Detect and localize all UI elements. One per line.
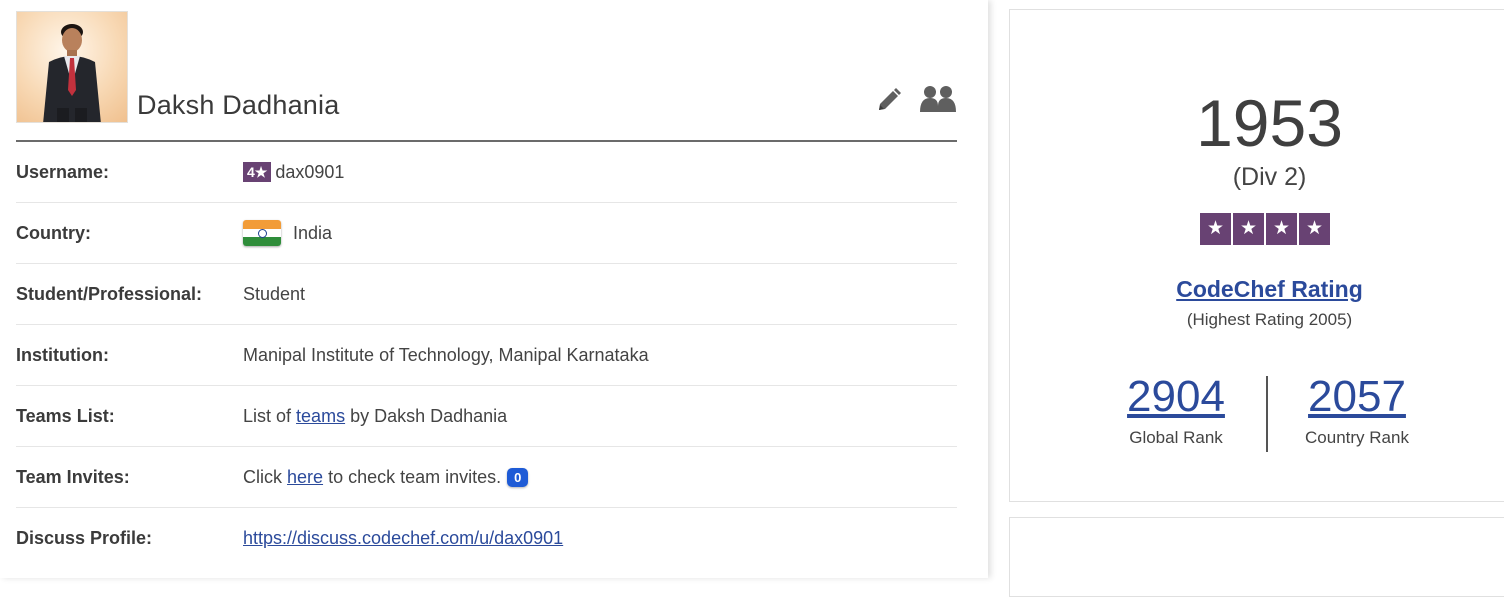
institution-value: Manipal Institute of Technology, Manipal… — [243, 344, 649, 365]
detail-row-discuss-profile: Discuss Profile: https://discuss.codeche… — [16, 508, 957, 569]
country-value: India — [293, 222, 333, 243]
detail-row-username: Username: 4★ dax0901 — [16, 142, 957, 203]
global-rank-link[interactable]: 2904 — [1076, 372, 1276, 422]
teams-list-suffix: by Daksh Dadhania — [350, 405, 508, 426]
secondary-card — [1009, 517, 1504, 597]
global-rank-block: 2904 Global Rank — [1076, 372, 1276, 448]
star-icon: ★ — [1299, 213, 1330, 245]
country-rank-label: Country Rank — [1305, 428, 1409, 447]
detail-label: Institution: — [16, 344, 109, 365]
detail-label: Username: — [16, 161, 110, 182]
occupation-value: Student — [243, 283, 306, 304]
highest-rating: (Highest Rating 2005) — [1186, 310, 1353, 329]
detail-value: Click here to check team invites. 0 — [243, 466, 529, 488]
india-flag-icon — [243, 220, 281, 246]
group-icon[interactable] — [919, 84, 957, 114]
profile-panel: Daksh Dadhania Username: 4★ dax0901 Coun… — [0, 0, 988, 578]
rating-title: CodeChef Rating — [1010, 276, 1504, 303]
detail-value: India — [243, 220, 332, 246]
pencil-icon[interactable] — [875, 86, 903, 114]
country-rank-block: 2057 Country Rank — [1257, 372, 1457, 448]
detail-row-institution: Institution: Manipal Institute of Techno… — [16, 325, 957, 386]
detail-label: Team Invites: — [16, 466, 130, 487]
team-invites-prefix: Click — [243, 466, 282, 487]
detail-row-occupation: Student/Professional: Student — [16, 264, 957, 325]
username-value: dax0901 — [275, 161, 345, 182]
rating-value: 1953 — [1196, 86, 1343, 160]
invite-count-badge: 0 — [507, 467, 529, 487]
avatar — [16, 11, 128, 123]
star-icon: ★ — [1266, 213, 1297, 245]
country-rank-link[interactable]: 2057 — [1257, 372, 1457, 422]
detail-row-teams-list: Teams List: List of teams by Daksh Dadha… — [16, 386, 957, 447]
detail-value: https://discuss.codechef.com/u/dax0901 — [243, 528, 563, 549]
detail-label: Discuss Profile: — [16, 528, 153, 548]
star-rating-badge: 4★ — [243, 162, 272, 182]
teams-link[interactable]: teams — [296, 406, 345, 427]
rating-stars: ★ ★ ★ ★ — [1200, 213, 1330, 245]
detail-label: Student/Professional: — [16, 283, 203, 304]
detail-value: 4★ dax0901 — [243, 162, 344, 183]
avatar-photo — [43, 24, 101, 122]
detail-label: Country: — [16, 222, 91, 243]
codechef-rating-link[interactable]: CodeChef Rating — [1176, 276, 1363, 302]
star-icon: ★ — [1233, 213, 1264, 245]
profile-details: Username: 4★ dax0901 Country: India Stud… — [16, 142, 957, 569]
global-rank-label: Global Rank — [1129, 428, 1223, 447]
detail-label: Teams List: — [16, 405, 115, 426]
discuss-profile-link[interactable]: https://discuss.codechef.com/u/dax0901 — [243, 528, 563, 549]
detail-row-team-invites: Team Invites: Click here to check team i… — [16, 447, 957, 508]
teams-list-prefix: List of — [243, 405, 292, 426]
team-invites-link[interactable]: here — [287, 467, 323, 488]
detail-row-country: Country: India — [16, 203, 957, 264]
team-invites-suffix: to check team invites. — [328, 466, 502, 487]
rating-division: (Div 2) — [1232, 163, 1307, 191]
profile-name: Daksh Dadhania — [137, 90, 340, 120]
star-icon: ★ — [1200, 213, 1231, 245]
detail-value: List of teams by Daksh Dadhania — [243, 406, 507, 427]
rating-card: 1953 (Div 2) ★ ★ ★ ★ CodeChef Rating (Hi… — [1009, 9, 1504, 502]
